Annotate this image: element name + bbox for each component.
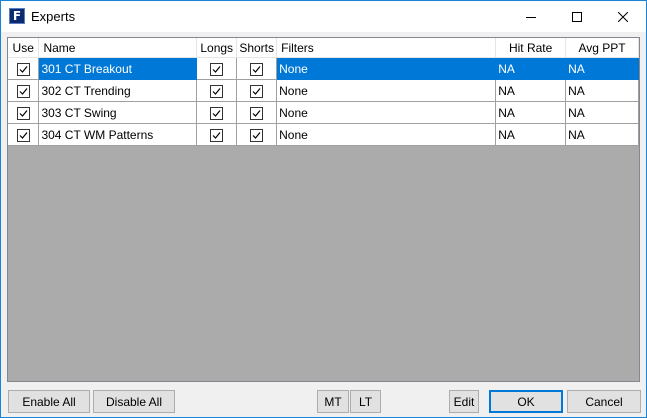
close-icon <box>618 11 628 22</box>
row-shorts-cell <box>236 101 278 124</box>
longs-checkbox[interactable] <box>210 106 224 120</box>
app-logo-icon: F <box>9 8 25 24</box>
row-shorts-cell <box>236 57 278 80</box>
disable-all-button[interactable]: Disable All <box>93 390 175 413</box>
shorts-checkbox[interactable] <box>250 84 264 98</box>
longs-checkbox[interactable] <box>210 62 224 76</box>
mt-button[interactable]: MT <box>317 390 349 413</box>
row-use-cell <box>8 123 40 146</box>
ok-button[interactable]: OK <box>489 390 563 413</box>
row-avg-ppt-cell[interactable]: NA <box>565 57 639 80</box>
row-name-cell[interactable]: 302 CT Trending <box>38 79 198 102</box>
row-shorts-cell <box>236 79 278 102</box>
column-header-shorts[interactable]: Shorts <box>236 38 278 58</box>
column-header-filters[interactable]: Filters <box>276 38 497 58</box>
row-name-cell[interactable]: 301 CT Breakout <box>38 57 198 80</box>
checkmark-icon <box>252 65 261 73</box>
longs-checkbox[interactable] <box>210 128 224 142</box>
checkmark-icon <box>252 131 261 139</box>
row-use-cell <box>8 79 40 102</box>
use-checkbox[interactable] <box>16 128 30 142</box>
row-use-cell <box>8 101 40 124</box>
shorts-checkbox[interactable] <box>250 62 264 76</box>
checkmark-icon <box>19 65 28 73</box>
row-shorts-cell <box>236 123 278 146</box>
shorts-checkbox[interactable] <box>250 128 264 142</box>
checkmark-icon <box>19 131 28 139</box>
table-row[interactable]: 301 CT Breakout None NA NA <box>8 57 639 80</box>
column-header-longs[interactable]: Longs <box>196 38 238 58</box>
title-bar[interactable]: F Experts <box>1 1 646 32</box>
checkmark-icon <box>19 87 28 95</box>
close-button[interactable] <box>600 1 646 32</box>
row-filters-cell[interactable]: None <box>276 123 497 146</box>
column-header-avg-ppt[interactable]: Avg PPT <box>565 38 639 58</box>
row-name-cell[interactable]: 304 CT WM Patterns <box>38 123 198 146</box>
table-row[interactable]: 304 CT WM Patterns None NA NA <box>8 123 639 146</box>
minimize-button[interactable] <box>508 1 554 32</box>
row-use-cell <box>8 57 40 80</box>
minimize-icon <box>526 16 536 18</box>
table-row[interactable]: 302 CT Trending None NA NA <box>8 79 639 102</box>
row-name-cell[interactable]: 303 CT Swing <box>38 101 198 124</box>
column-header-hit-rate[interactable]: Hit Rate <box>495 38 567 58</box>
row-longs-cell <box>196 79 238 102</box>
row-hit-rate-cell[interactable]: NA <box>495 57 567 80</box>
checkmark-icon <box>212 65 221 73</box>
row-avg-ppt-cell[interactable]: NA <box>565 123 639 146</box>
column-header-name[interactable]: Name <box>38 38 198 58</box>
experts-grid[interactable]: Use Name Longs Shorts Filters Hit Rate A… <box>7 37 640 382</box>
edit-button[interactable]: Edit <box>449 390 479 413</box>
cancel-button[interactable]: Cancel <box>567 390 641 413</box>
row-filters-cell[interactable]: None <box>276 57 497 80</box>
experts-table: Use Name Longs Shorts Filters Hit Rate A… <box>8 38 639 146</box>
checkmark-icon <box>252 87 261 95</box>
lt-button[interactable]: LT <box>350 390 381 413</box>
row-avg-ppt-cell[interactable]: NA <box>565 101 639 124</box>
checkmark-icon <box>19 109 28 117</box>
row-longs-cell <box>196 123 238 146</box>
row-longs-cell <box>196 101 238 124</box>
use-checkbox[interactable] <box>16 84 30 98</box>
maximize-icon <box>572 11 582 22</box>
row-longs-cell <box>196 57 238 80</box>
checkmark-icon <box>212 131 221 139</box>
row-hit-rate-cell[interactable]: NA <box>495 123 567 146</box>
use-checkbox[interactable] <box>16 62 30 76</box>
maximize-button[interactable] <box>554 1 600 32</box>
checkmark-icon <box>252 109 261 117</box>
shorts-checkbox[interactable] <box>250 106 264 120</box>
experts-dialog: F Experts Use Name Longs Shorts Filters <box>0 0 647 418</box>
use-checkbox[interactable] <box>16 106 30 120</box>
row-filters-cell[interactable]: None <box>276 79 497 102</box>
checkmark-icon <box>212 87 221 95</box>
table-row[interactable]: 303 CT Swing None NA NA <box>8 101 639 124</box>
row-hit-rate-cell[interactable]: NA <box>495 101 567 124</box>
row-filters-cell[interactable]: None <box>276 101 497 124</box>
window-title: Experts <box>31 9 76 24</box>
row-avg-ppt-cell[interactable]: NA <box>565 79 639 102</box>
header-row: Use Name Longs Shorts Filters Hit Rate A… <box>8 38 639 58</box>
checkmark-icon <box>212 109 221 117</box>
longs-checkbox[interactable] <box>210 84 224 98</box>
enable-all-button[interactable]: Enable All <box>8 390 90 413</box>
column-header-use[interactable]: Use <box>8 38 40 58</box>
row-hit-rate-cell[interactable]: NA <box>495 79 567 102</box>
